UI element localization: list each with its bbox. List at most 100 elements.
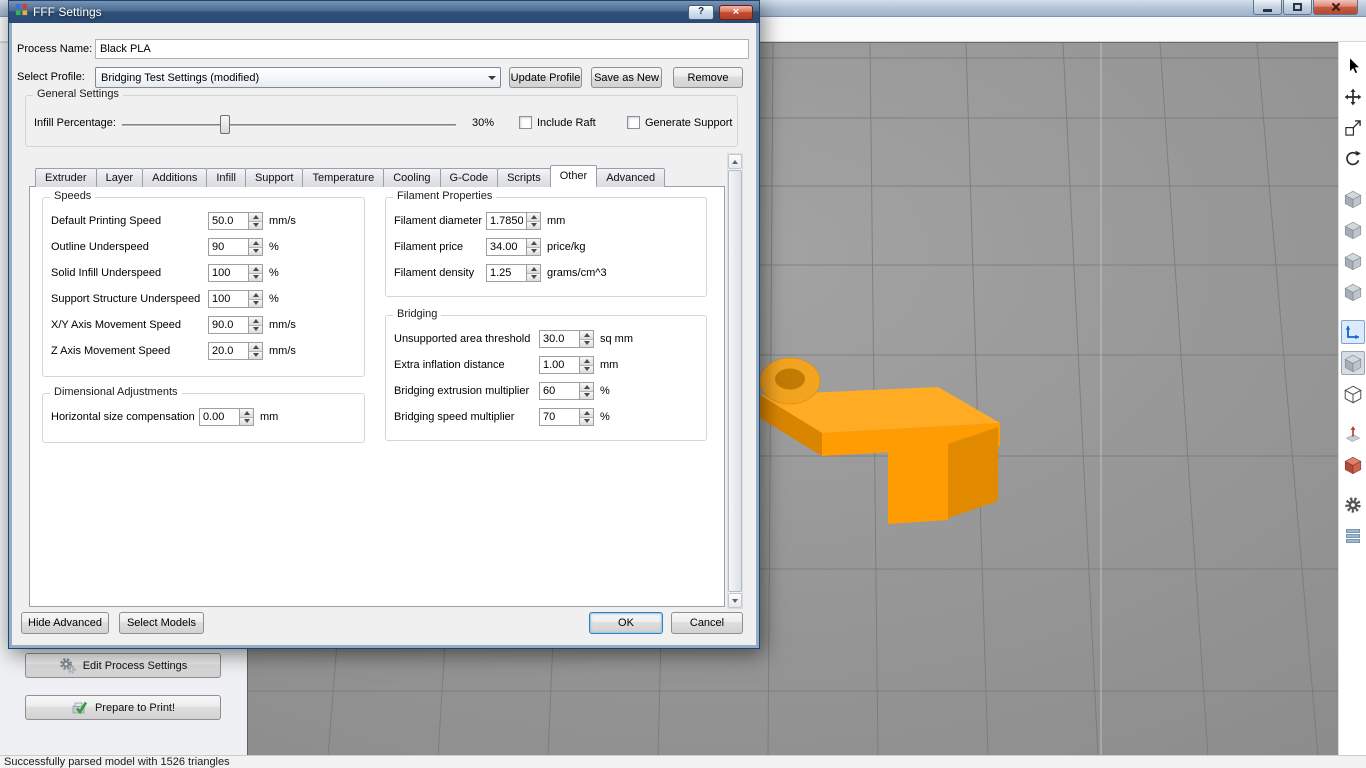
spin-input[interactable] bbox=[208, 264, 248, 282]
tab-advanced[interactable]: Advanced bbox=[596, 168, 665, 187]
setting-label: Filament density bbox=[394, 267, 486, 279]
minimize-button[interactable] bbox=[1253, 0, 1282, 15]
tab-cooling[interactable]: Cooling bbox=[383, 168, 440, 187]
select-cursor-icon[interactable] bbox=[1341, 54, 1365, 78]
spin-arrows[interactable] bbox=[526, 238, 541, 256]
spin-arrows[interactable] bbox=[248, 290, 263, 308]
slider-track[interactable] bbox=[122, 124, 456, 127]
spin-input[interactable] bbox=[208, 342, 248, 360]
spin-arrows[interactable] bbox=[248, 342, 263, 360]
surface-normal-icon[interactable] bbox=[1341, 422, 1365, 446]
include-raft-checkbox[interactable] bbox=[519, 116, 532, 129]
gear-icon[interactable] bbox=[1341, 493, 1365, 517]
update-profile-button[interactable]: Update Profile bbox=[509, 67, 582, 88]
infill-percentage-value: 30% bbox=[472, 117, 494, 129]
spin-arrows[interactable] bbox=[579, 382, 594, 400]
chevron-down-icon bbox=[483, 68, 500, 87]
save-as-new-button[interactable]: Save as New bbox=[591, 67, 662, 88]
setting-label: Solid Infill Underspeed bbox=[51, 267, 208, 279]
tab-extruder[interactable]: Extruder bbox=[35, 168, 97, 187]
spin-input[interactable] bbox=[539, 356, 579, 374]
coordinate-axes-icon[interactable] bbox=[1341, 320, 1365, 344]
spin-input[interactable] bbox=[208, 290, 248, 308]
cancel-button[interactable]: Cancel bbox=[671, 612, 743, 634]
spin-arrows[interactable] bbox=[579, 408, 594, 426]
profile-select[interactable]: Bridging Test Settings (modified) bbox=[95, 67, 501, 88]
window-controls bbox=[1252, 0, 1358, 15]
tab-other[interactable]: Other bbox=[550, 165, 598, 187]
spinbox bbox=[208, 290, 263, 308]
cross-section-cube-icon[interactable] bbox=[1341, 453, 1365, 477]
spin-input[interactable] bbox=[486, 212, 526, 230]
tab-scripts[interactable]: Scripts bbox=[497, 168, 551, 187]
setting-row: Outline Underspeed % bbox=[51, 237, 364, 257]
rotate-icon[interactable] bbox=[1341, 147, 1365, 171]
view-cube-1-icon[interactable] bbox=[1341, 187, 1365, 211]
spin-arrows[interactable] bbox=[579, 330, 594, 348]
help-button[interactable]: ? bbox=[688, 5, 714, 20]
tab-infill[interactable]: Infill bbox=[206, 168, 246, 187]
general-settings-group: General Settings Infill Percentage: 30% … bbox=[25, 95, 738, 147]
infill-slider[interactable] bbox=[122, 114, 462, 136]
spin-arrows[interactable] bbox=[526, 264, 541, 282]
dialog-close-button[interactable]: × bbox=[719, 5, 753, 20]
edit-process-settings-button[interactable]: Edit Process Settings bbox=[25, 653, 221, 678]
spin-input[interactable] bbox=[208, 316, 248, 334]
edit-process-settings-label: Edit Process Settings bbox=[83, 660, 188, 672]
spin-input[interactable] bbox=[539, 330, 579, 348]
layers-icon[interactable] bbox=[1341, 524, 1365, 548]
hide-advanced-button[interactable]: Hide Advanced bbox=[21, 612, 109, 634]
view-cube-4-icon[interactable] bbox=[1341, 280, 1365, 304]
select-models-button[interactable]: Select Models bbox=[119, 612, 204, 634]
scroll-up-button[interactable] bbox=[728, 154, 742, 169]
spin-input[interactable] bbox=[486, 264, 526, 282]
scroll-thumb[interactable] bbox=[728, 170, 742, 592]
spin-arrows[interactable] bbox=[248, 238, 263, 256]
generate-support-checkbox[interactable] bbox=[627, 116, 640, 129]
tab-support[interactable]: Support bbox=[245, 168, 304, 187]
wireframe-cube-icon[interactable] bbox=[1341, 382, 1365, 406]
spinbox bbox=[486, 238, 541, 256]
spin-input[interactable] bbox=[208, 238, 248, 256]
spin-input[interactable] bbox=[539, 408, 579, 426]
app-logo-icon bbox=[15, 3, 28, 21]
close-button[interactable] bbox=[1313, 0, 1358, 15]
view-cube-2-icon[interactable] bbox=[1341, 218, 1365, 242]
view-toolbar bbox=[1338, 42, 1366, 755]
spin-arrows[interactable] bbox=[526, 212, 541, 230]
spinbox bbox=[539, 356, 594, 374]
tab-gcode[interactable]: G-Code bbox=[440, 168, 499, 187]
setting-unit: % bbox=[269, 241, 279, 253]
remove-profile-button[interactable]: Remove bbox=[673, 67, 743, 88]
spin-input[interactable] bbox=[199, 408, 239, 426]
dialog-titlebar[interactable]: FFF Settings ? × bbox=[9, 1, 759, 23]
ok-button[interactable]: OK bbox=[589, 612, 663, 634]
prepare-to-print-button[interactable]: Prepare to Print! bbox=[25, 695, 221, 720]
spin-arrows[interactable] bbox=[248, 212, 263, 230]
spin-input[interactable] bbox=[208, 212, 248, 230]
spin-arrows[interactable] bbox=[579, 356, 594, 374]
view-cube-3-icon[interactable] bbox=[1341, 249, 1365, 273]
spin-arrows[interactable] bbox=[239, 408, 254, 426]
fff-settings-dialog: FFF Settings ? × Process Name: Select Pr… bbox=[8, 0, 760, 649]
scale-icon[interactable] bbox=[1341, 116, 1365, 140]
slider-thumb[interactable] bbox=[220, 115, 230, 134]
spinbox bbox=[539, 408, 594, 426]
spin-input[interactable] bbox=[486, 238, 526, 256]
tab-additions[interactable]: Additions bbox=[142, 168, 207, 187]
spin-arrows[interactable] bbox=[248, 316, 263, 334]
tab-temperature[interactable]: Temperature bbox=[302, 168, 384, 187]
group-title: Speeds bbox=[50, 190, 95, 202]
model-3d[interactable] bbox=[760, 358, 1000, 524]
maximize-button[interactable] bbox=[1283, 0, 1312, 15]
dialog-scrollbar[interactable] bbox=[727, 153, 743, 609]
solid-view-cube-icon[interactable] bbox=[1341, 351, 1365, 375]
setting-label: Default Printing Speed bbox=[51, 215, 208, 227]
spin-input[interactable] bbox=[539, 382, 579, 400]
scroll-down-button[interactable] bbox=[728, 593, 742, 608]
process-name-input[interactable] bbox=[95, 39, 749, 59]
tab-layer[interactable]: Layer bbox=[96, 168, 144, 187]
move-icon[interactable] bbox=[1341, 85, 1365, 109]
spin-arrows[interactable] bbox=[248, 264, 263, 282]
minimize-icon bbox=[1263, 9, 1272, 12]
